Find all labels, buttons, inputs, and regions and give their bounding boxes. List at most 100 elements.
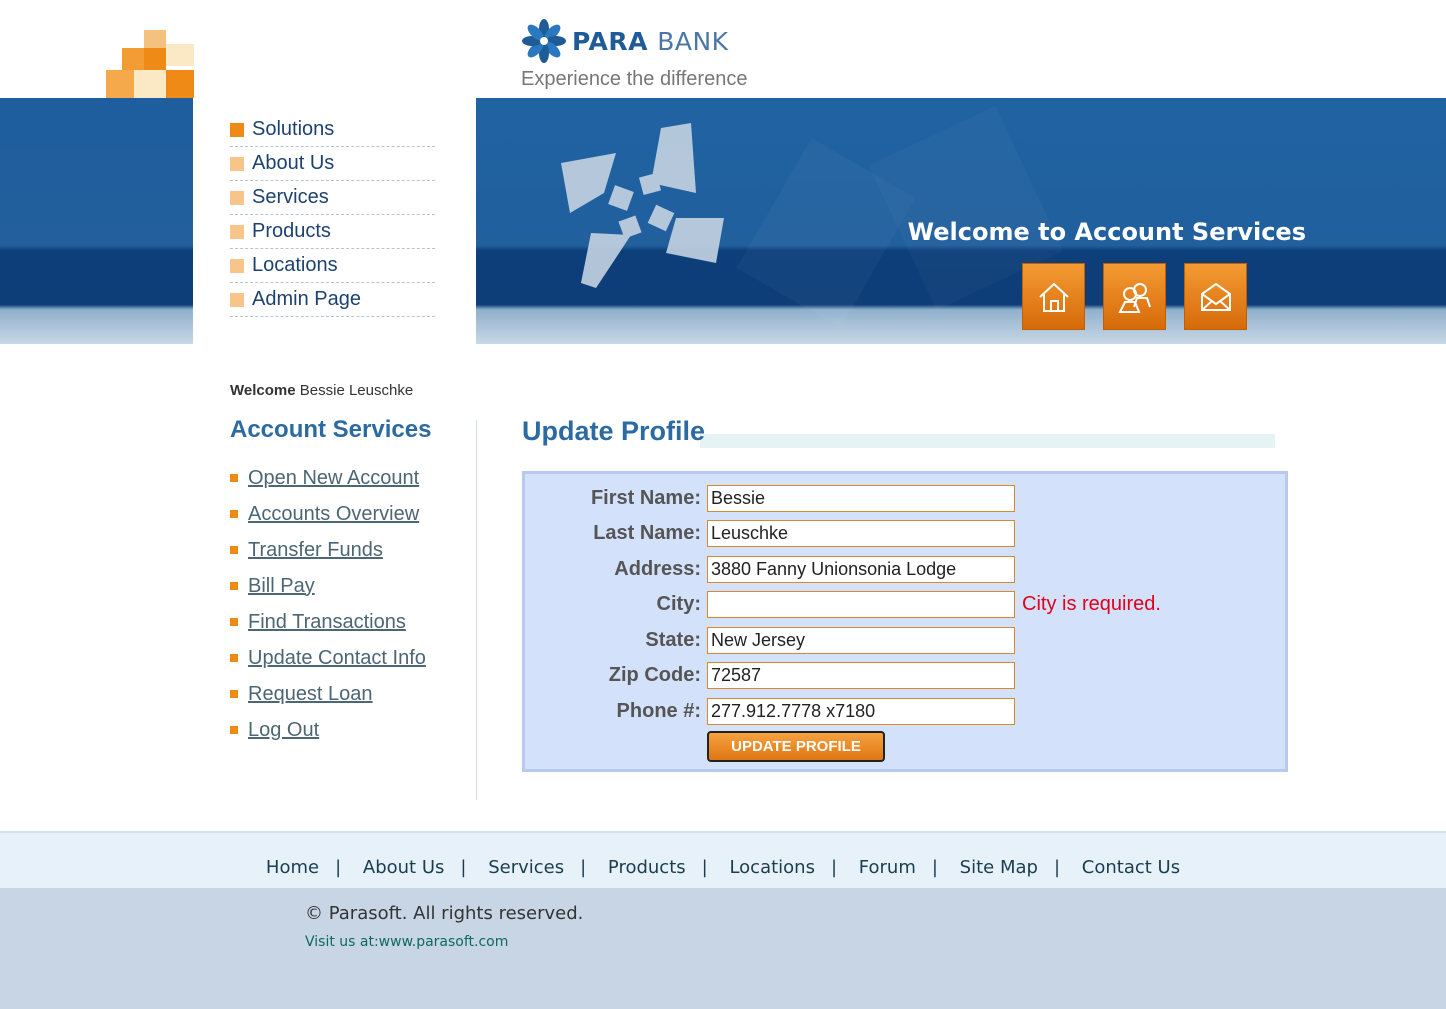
flower-logo-icon <box>522 19 566 63</box>
last-name-label: Last Name: <box>593 522 701 544</box>
phone-label: Phone #: <box>616 700 701 722</box>
last-name-field[interactable] <box>707 520 1015 547</box>
open-new-account-link[interactable]: Open New Account <box>248 467 419 490</box>
footer-site-map-link[interactable]: Site Map <box>960 857 1038 878</box>
footer-services-link[interactable]: Services <box>488 857 564 878</box>
home-button[interactable] <box>1022 263 1085 330</box>
side-item: Request Loan <box>230 676 426 712</box>
phone-field[interactable] <box>707 698 1015 725</box>
banner-welcome-text: Welcome to Account Services <box>907 218 1306 246</box>
bill-pay-link[interactable]: Bill Pay <box>248 575 315 598</box>
envelope-icon <box>1200 282 1231 311</box>
banner-icons <box>1022 263 1247 330</box>
city-error: City is required. <box>1022 593 1161 615</box>
nav-bullet-icon <box>230 258 244 273</box>
state-label: State: <box>645 629 701 651</box>
account-services-heading: Account Services <box>230 416 432 443</box>
phone-row: Phone #: <box>525 698 1285 726</box>
contacts-button[interactable] <box>1103 263 1166 330</box>
nav-bullet-icon <box>230 156 244 171</box>
contact-button[interactable] <box>1184 263 1247 330</box>
bullet-icon <box>230 582 238 590</box>
address-field[interactable] <box>707 556 1015 583</box>
bullet-icon <box>230 690 238 698</box>
find-transactions-link[interactable]: Find Transactions <box>248 611 406 634</box>
bullet-icon <box>230 618 238 626</box>
footer-forum-link[interactable]: Forum <box>859 857 916 878</box>
visit-link[interactable]: Visit us at:www.parasoft.com <box>305 934 508 950</box>
nav-label: Solutions <box>252 118 335 140</box>
nav-bullet-icon <box>230 190 244 205</box>
nav-label: Locations <box>252 254 338 276</box>
nav-item-locations[interactable]: Locations <box>230 249 435 283</box>
footer-contact-us-link[interactable]: Contact Us <box>1082 857 1180 878</box>
logo-blocks <box>106 30 194 98</box>
footer-home-link[interactable]: Home <box>266 857 319 878</box>
side-item: Open New Account <box>230 460 426 496</box>
top-nav: Solutions About Us Services Products Loc… <box>193 98 476 368</box>
separator: | <box>931 857 938 878</box>
bullet-icon <box>230 546 238 554</box>
request-loan-link[interactable]: Request Loan <box>248 683 373 706</box>
nav-item-products[interactable]: Products <box>230 215 435 249</box>
bullet-icon <box>230 654 238 662</box>
zip-row: Zip Code: <box>525 662 1285 690</box>
footer-products-link[interactable]: Products <box>608 857 686 878</box>
nav-item-about-us[interactable]: About Us <box>230 147 435 181</box>
tagline: Experience the difference <box>521 68 748 90</box>
nav-label: Admin Page <box>252 288 361 310</box>
update-contact-info-link[interactable]: Update Contact Info <box>248 647 426 670</box>
welcome-user: Welcome Bessie Leuschke <box>230 382 413 399</box>
city-label: City: <box>656 593 701 615</box>
footer-locations-link[interactable]: Locations <box>729 857 815 878</box>
separator: | <box>701 857 708 878</box>
banner-left <box>0 98 193 344</box>
nav-item-solutions[interactable]: Solutions <box>230 113 435 147</box>
first-name-field[interactable] <box>707 485 1015 512</box>
zip-field[interactable] <box>707 662 1015 689</box>
transfer-funds-link[interactable]: Transfer Funds <box>248 539 383 562</box>
state-row: State: <box>525 627 1285 655</box>
parabank-logo[interactable]: PARA BANK <box>522 18 729 64</box>
city-field[interactable] <box>707 591 1015 618</box>
home-icon <box>1038 282 1069 312</box>
last-name-row: Last Name: <box>525 520 1285 548</box>
column-divider <box>476 420 477 800</box>
footer-about-us-link[interactable]: About Us <box>363 857 445 878</box>
nav-item-admin-page[interactable]: Admin Page <box>230 283 435 317</box>
account-services-menu: Open New Account Accounts Overview Trans… <box>230 460 426 748</box>
update-profile-button[interactable]: UPDATE PROFILE <box>707 731 885 762</box>
bullet-icon <box>230 474 238 482</box>
contacts-icon <box>1117 282 1151 313</box>
separator: | <box>830 857 838 878</box>
nav-label: About Us <box>252 152 335 174</box>
nav-label: Services <box>252 186 329 208</box>
nav-bullet-icon <box>230 122 244 137</box>
side-item: Log Out <box>230 712 426 748</box>
separator: | <box>1053 857 1061 878</box>
brand-para: PARA <box>572 26 648 56</box>
address-row: Address: <box>525 556 1285 584</box>
user-name: Bessie Leuschke <box>299 382 414 399</box>
side-item: Accounts Overview <box>230 496 426 532</box>
log-out-link[interactable]: Log Out <box>248 719 319 742</box>
state-field[interactable] <box>707 627 1015 654</box>
banner-right: Welcome to Account Services <box>476 98 1446 344</box>
page-title: Update Profile <box>522 416 706 446</box>
bullet-icon <box>230 726 238 734</box>
address-label: Address: <box>614 558 701 580</box>
nav-item-services[interactable]: Services <box>230 181 435 215</box>
nav-bullet-icon <box>230 292 244 307</box>
footer-bottom <box>0 888 1446 1009</box>
separator: | <box>580 857 587 878</box>
city-row: City: City is required. <box>525 591 1285 619</box>
side-item: Transfer Funds <box>230 532 426 568</box>
side-item: Find Transactions <box>230 604 426 640</box>
title-underline <box>700 434 1275 448</box>
zip-label: Zip Code: <box>608 664 701 686</box>
accounts-overview-link[interactable]: Accounts Overview <box>248 503 419 526</box>
brand-bank: BANK <box>657 26 729 56</box>
separator: | <box>335 857 342 878</box>
welcome-label: Welcome <box>230 382 296 399</box>
bullet-icon <box>230 510 238 518</box>
